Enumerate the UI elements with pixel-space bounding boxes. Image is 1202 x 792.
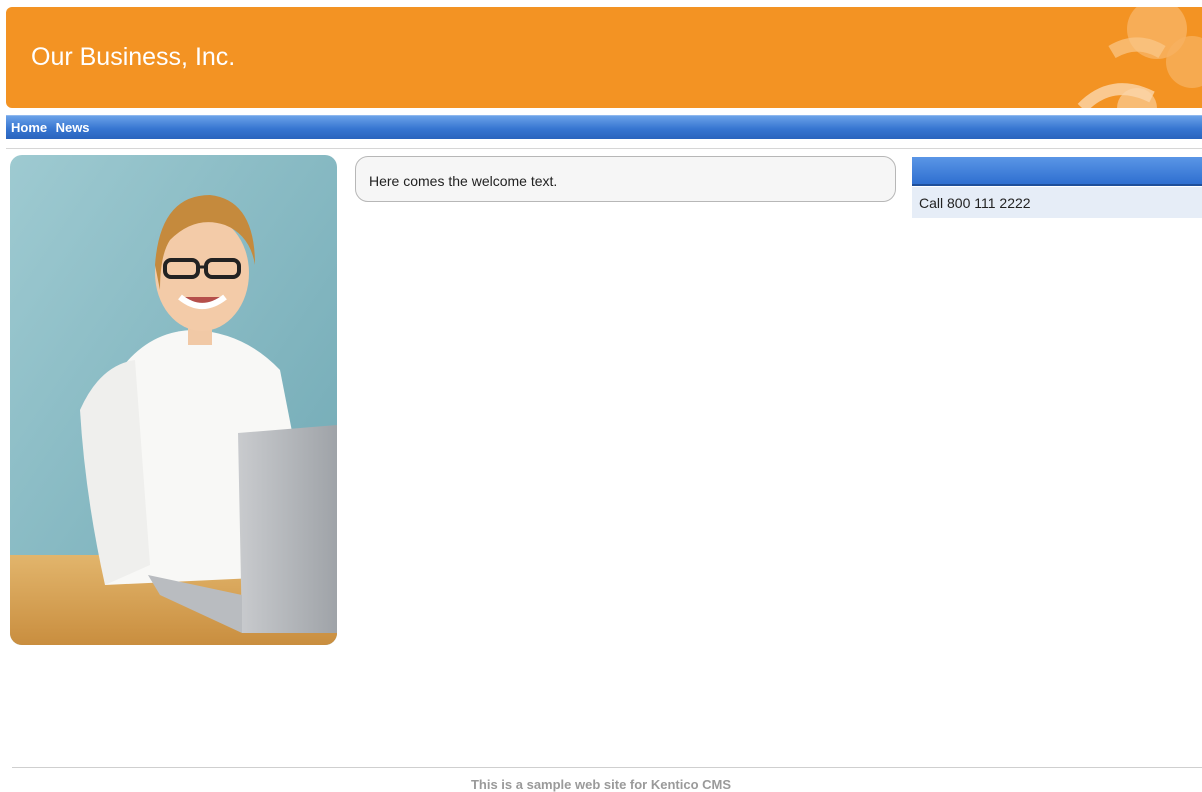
woman-with-laptop-photo: [10, 155, 337, 645]
footer-divider: [12, 767, 1202, 768]
header-divider: [6, 148, 1202, 149]
site-header: Our Business, Inc.: [6, 7, 1202, 108]
welcome-text: Here comes the welcome text.: [369, 173, 558, 189]
header-decoration-icon: [1077, 7, 1202, 108]
nav-item-news[interactable]: News: [56, 116, 94, 139]
nav-item-home[interactable]: Home: [6, 116, 51, 139]
sidebar-contact-box: Call 800 111 2222: [912, 187, 1202, 218]
contact-phone-text: Call 800 111 2222: [919, 195, 1031, 211]
welcome-box: Here comes the welcome text.: [355, 156, 896, 202]
site-title: Our Business, Inc.: [31, 43, 236, 71]
sidebar-header: [912, 157, 1202, 186]
main-navigation: Home News: [6, 115, 1202, 139]
